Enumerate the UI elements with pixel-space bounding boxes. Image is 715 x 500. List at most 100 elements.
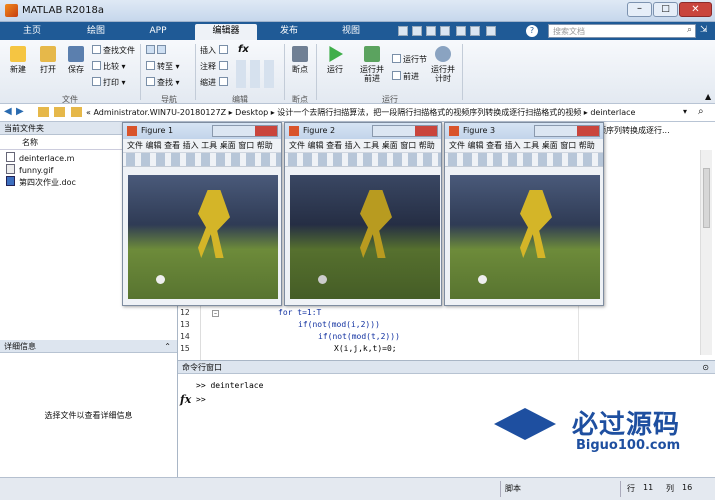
- function-browser-icon[interactable]: fx: [180, 393, 191, 406]
- minimize-button[interactable]: –: [627, 2, 652, 17]
- command-history: >> deinterlace: [196, 381, 264, 390]
- figure-toolbar[interactable]: [285, 153, 441, 167]
- ball: [478, 275, 487, 284]
- tab-view[interactable]: 视图: [322, 24, 380, 40]
- current-path[interactable]: « Administrator.WIN7U-20180127Z ▸ Deskto…: [86, 107, 686, 118]
- ribbon-collapse-icon[interactable]: ▲: [705, 92, 711, 101]
- cut-icon[interactable]: [412, 26, 422, 36]
- list-item[interactable]: deinterlace.m: [6, 152, 76, 164]
- tab-plots[interactable]: 绘图: [66, 24, 126, 40]
- tab-editor[interactable]: 编辑器: [195, 24, 257, 40]
- watermark-url: Biguo100.com: [576, 438, 681, 453]
- back-icon[interactable]: ◀: [4, 106, 12, 117]
- run-button[interactable]: 运行: [320, 46, 350, 74]
- fold-icon[interactable]: –: [212, 310, 219, 317]
- browse-folder-icon[interactable]: [54, 107, 65, 117]
- figure-window-buttons[interactable]: [372, 125, 438, 137]
- editor-tab[interactable]: 频序列转换成逐行...: [598, 125, 710, 137]
- figure-title-bar[interactable]: Figure 1: [123, 123, 281, 139]
- open-button[interactable]: 打开: [34, 46, 62, 74]
- figure-window-buttons[interactable]: [212, 125, 278, 137]
- switch-windows-icon[interactable]: [486, 26, 496, 36]
- run-advance-icon: [364, 46, 380, 62]
- expand-icon[interactable]: ⌃: [164, 340, 171, 353]
- figure-title-bar[interactable]: Figure 3: [445, 123, 603, 139]
- expand-icon[interactable]: ⊙: [702, 361, 709, 374]
- comment-icon: [218, 61, 228, 70]
- figure-title-bar[interactable]: Figure 2: [285, 123, 441, 139]
- command-window-title: 命令行窗口 ⊙: [178, 361, 715, 374]
- player-figure: [198, 190, 230, 258]
- figure-menu[interactable]: 文件 编辑 查看 插入 工具 桌面 窗口 帮助: [445, 139, 603, 153]
- details-title: 详细信息 ⌃: [0, 340, 177, 353]
- new-button[interactable]: 新建: [4, 46, 32, 74]
- insert-button[interactable]: 插入: [200, 45, 230, 57]
- comment-button[interactable]: 注释: [200, 61, 230, 73]
- back-forward-buttons[interactable]: [146, 45, 168, 57]
- code-line[interactable]: 13 if(not(mod(i,2))): [178, 320, 578, 332]
- figure-menu[interactable]: 文件 编辑 查看 插入 工具 桌面 窗口 帮助: [285, 139, 441, 153]
- find-files-button[interactable]: 查找文件: [92, 45, 135, 57]
- list-item[interactable]: 第四次作业.doc: [6, 176, 76, 188]
- code-line[interactable]: 12 for t=1:T: [178, 308, 578, 320]
- goto-button[interactable]: 转至 ▾: [146, 61, 180, 73]
- run-section-button[interactable]: 运行节: [392, 54, 427, 66]
- close-button[interactable]: ✕: [679, 2, 712, 17]
- forward-icon: [157, 45, 166, 54]
- search-folder-icon[interactable]: ⌕: [698, 106, 704, 117]
- save-icon: [68, 46, 84, 62]
- figure-window-buttons[interactable]: [534, 125, 600, 137]
- figure-toolbar[interactable]: [445, 153, 603, 167]
- list-item[interactable]: funny.gif: [6, 164, 76, 176]
- figure-window-3[interactable]: Figure 3 文件 编辑 查看 插入 工具 桌面 窗口 帮助: [444, 122, 604, 306]
- scroll-thumb[interactable]: [703, 168, 710, 228]
- figure-window-2[interactable]: Figure 2 文件 编辑 查看 插入 工具 桌面 窗口 帮助: [284, 122, 442, 306]
- advance-button[interactable]: 前进: [392, 71, 419, 83]
- figure-menu[interactable]: 文件 编辑 查看 插入 工具 桌面 窗口 帮助: [123, 139, 281, 153]
- help-icon[interactable]: ?: [526, 25, 538, 37]
- command-input[interactable]: >>: [196, 395, 206, 404]
- path-dropdown-icon[interactable]: ▾: [683, 107, 687, 116]
- redo-icon[interactable]: [470, 26, 480, 36]
- editor-scrollbar[interactable]: [700, 150, 712, 355]
- print-button[interactable]: 打印 ▾: [92, 77, 126, 89]
- doc-file-icon: [6, 176, 15, 186]
- collapse-ribbon-icon[interactable]: ⇲: [700, 25, 708, 35]
- tab-home[interactable]: 主页: [4, 24, 60, 40]
- paste-icon[interactable]: [440, 26, 450, 36]
- run-advance-button[interactable]: 运行并 前进: [354, 46, 390, 83]
- ball: [318, 275, 327, 284]
- up-folder-icon[interactable]: [38, 107, 49, 117]
- search-box[interactable]: 搜索文档 ⌕: [548, 24, 696, 38]
- figure-window-1[interactable]: Figure 1 文件 编辑 查看 插入 工具 桌面 窗口 帮助: [122, 122, 282, 306]
- figure-icon: [127, 126, 137, 136]
- save-icon[interactable]: [398, 26, 408, 36]
- print-icon: [92, 77, 101, 86]
- maximize-button[interactable]: □: [653, 2, 678, 17]
- video-frame-image: [128, 175, 278, 299]
- gutter-divider: [200, 302, 201, 360]
- figure-toolbar[interactable]: [123, 153, 281, 167]
- code-line[interactable]: 14 if(not(mod(t,2))): [178, 332, 578, 344]
- function-fx-icon[interactable]: fx: [238, 44, 249, 55]
- save-button[interactable]: 保存: [62, 46, 90, 74]
- tab-apps[interactable]: APP: [130, 24, 186, 40]
- breakpoints-button[interactable]: 断点: [287, 46, 313, 74]
- find-button[interactable]: 查找 ▾: [146, 77, 180, 89]
- undo-icon[interactable]: [456, 26, 466, 36]
- code-line[interactable]: 15 X(i,j,k,t)=0;: [178, 344, 578, 356]
- compare-button[interactable]: 比较 ▾: [92, 61, 126, 73]
- run-time-button[interactable]: 运行并 计时: [428, 46, 458, 83]
- watermark-brand: 必过源码: [572, 410, 681, 440]
- find-icon: [146, 77, 155, 86]
- format-icons[interactable]: [236, 60, 276, 88]
- open-folder-icon: [40, 46, 56, 62]
- indent-button[interactable]: 缩进: [200, 77, 230, 89]
- m-file-icon: [6, 152, 15, 162]
- search-input[interactable]: 搜索文档: [553, 26, 585, 37]
- advance-icon: [392, 71, 401, 80]
- tab-publish[interactable]: 发布: [260, 24, 318, 40]
- ribbon-tabs: 主页 绘图 APP 编辑器 发布 视图 ? 搜索文档 ⌕ ⇲: [0, 22, 715, 40]
- copy-icon[interactable]: [426, 26, 436, 36]
- forward-icon[interactable]: ▶: [16, 106, 24, 117]
